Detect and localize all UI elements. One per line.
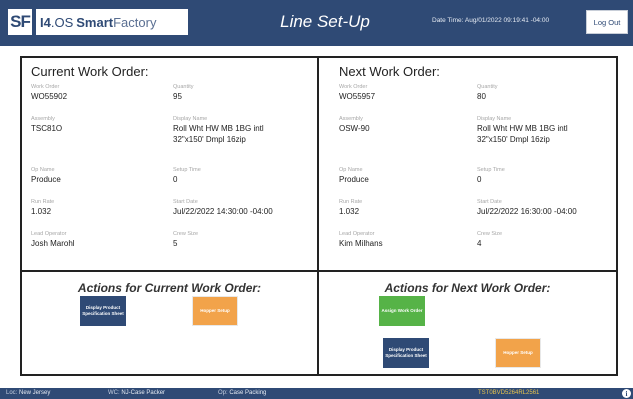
field-label: Run Rate: [339, 199, 363, 205]
field-value: 0: [477, 175, 482, 184]
field-value: 4: [477, 239, 482, 248]
status-footer: Loc: New Jersey WC: NJ-Case Packer Op: C…: [0, 388, 633, 399]
hopper-setup-button[interactable]: Hopper Setup: [495, 338, 541, 368]
header-bar: SF I4 .OS Smart Factory Line Set-Up Date…: [0, 0, 633, 46]
field-work-order: Work Order WO55957: [339, 83, 375, 102]
field-value: OSW-90: [339, 124, 370, 133]
current-work-order-title: Current Work Order:: [31, 64, 149, 79]
field-start-date: Start Date Jul/22/2022 16:30:00 -04:00: [477, 198, 577, 217]
app-logo: SF I4 .OS Smart Factory: [8, 9, 188, 35]
footer-wc-label: WC:: [108, 390, 120, 396]
field-label: Assembly: [31, 116, 55, 122]
field-value: 0: [173, 175, 178, 184]
display-spec-sheet-button[interactable]: Display Product Specification Sheet: [383, 338, 429, 368]
field-label: Assembly: [339, 116, 363, 122]
footer-wc-value: NJ-Case Packer: [121, 390, 166, 396]
field-label: Display Name: [477, 116, 512, 122]
field-start-date: Start Date Jul/22/2022 14:30:00 -04:00: [173, 198, 273, 217]
field-value: 1.032: [31, 207, 52, 216]
logout-button[interactable]: Log Out: [586, 10, 628, 34]
next-work-order-title: Next Work Order:: [339, 64, 440, 79]
current-actions-panel: Actions for Current Work Order: Display …: [20, 270, 319, 376]
field-value: 5: [173, 239, 178, 248]
logo-smart: Smart: [76, 14, 114, 30]
next-work-order-panel: Next Work Order: Work Order WO55957 Quan…: [317, 56, 618, 272]
field-work-order: Work Order WO55902: [31, 83, 67, 102]
field-value: WO55957: [339, 92, 376, 101]
field-label: Work Order: [339, 84, 368, 90]
field-crew-size: Crew Size 5: [173, 230, 198, 249]
logo-sf-badge: SF: [8, 9, 32, 35]
field-label: Lead Operator: [31, 231, 67, 237]
footer-serial: TST0BVD5264RL2561: [478, 390, 540, 396]
field-label: Op Name: [339, 167, 363, 173]
field-label: Crew Size: [173, 231, 199, 237]
field-value: Produce: [339, 175, 369, 184]
display-spec-sheet-button[interactable]: Display Product Specification Sheet: [80, 296, 126, 326]
field-value-line2: 32"x150' Dmpl 16zip: [173, 135, 246, 144]
field-value-line1: Roll Wht HW MB 1BG intl: [173, 124, 264, 133]
assign-work-order-button[interactable]: Assign Work Order: [379, 296, 425, 326]
footer-loc-value: New Jersey: [19, 390, 51, 396]
field-value-line2: 32"x150' Dmpl 16zip: [477, 135, 550, 144]
datetime-display: Date Time: Aug/01/2022 09:19:41 -04:00: [432, 17, 550, 24]
field-label: Crew Size: [477, 231, 503, 237]
logo-factory: Factory: [113, 14, 157, 30]
footer-location: Loc: New Jersey: [6, 390, 50, 396]
field-label: Setup Time: [477, 167, 505, 173]
logo-wordmark: I4 .OS Smart Factory: [36, 9, 188, 35]
field-setup-time: Setup Time 0: [477, 166, 505, 185]
current-actions-title: Actions for Current Work Order:: [77, 281, 262, 295]
current-work-order-panel: Current Work Order: Work Order WO55902 Q…: [20, 56, 319, 272]
field-assembly: Assembly OSW-90: [339, 115, 370, 134]
field-label: Run Rate: [31, 199, 55, 205]
field-lead-operator: Lead Operator Josh Marohl: [31, 230, 75, 249]
footer-loc-label: Loc:: [6, 390, 18, 396]
field-value: Jul/22/2022 16:30:00 -04:00: [477, 207, 577, 216]
field-run-rate: Run Rate 1.032: [31, 198, 54, 217]
field-quantity: Quantity 80: [477, 83, 497, 102]
field-display-name: Display Name Roll Wht HW MB 1BG intl 32"…: [173, 115, 264, 145]
logo-os: .OS: [50, 14, 74, 30]
field-label: Op Name: [31, 167, 55, 173]
footer-operation: Op: Case Packing: [218, 390, 266, 396]
field-crew-size: Crew Size 4: [477, 230, 502, 249]
field-label: Quantity: [477, 84, 498, 90]
field-value-line1: Roll Wht HW MB 1BG intl: [477, 124, 568, 133]
logo-i4: I4: [40, 14, 51, 30]
field-value: Produce: [31, 175, 61, 184]
field-value: Kim Milhans: [339, 239, 383, 248]
page-title: Line Set-Up: [280, 12, 370, 31]
field-op-name: Op Name Produce: [339, 166, 369, 185]
field-label: Lead Operator: [339, 231, 375, 237]
footer-op-value: Case Packing: [229, 390, 267, 396]
field-value: WO55902: [31, 92, 68, 101]
footer-op-label: Op:: [218, 390, 228, 396]
field-value: TSC81O: [31, 124, 63, 133]
next-actions-title: Actions for Next Work Order:: [384, 281, 551, 295]
field-label: Display Name: [173, 116, 208, 122]
field-label: Work Order: [31, 84, 60, 90]
field-op-name: Op Name Produce: [31, 166, 61, 185]
next-actions-panel: Actions for Next Work Order: Assign Work…: [317, 270, 618, 376]
field-label: Quantity: [173, 84, 194, 90]
field-value: Josh Marohl: [31, 239, 75, 248]
field-display-name: Display Name Roll Wht HW MB 1BG intl 32"…: [477, 115, 568, 145]
field-label: Start Date: [477, 199, 502, 205]
field-lead-operator: Lead Operator Kim Milhans: [339, 230, 383, 249]
field-label: Start Date: [173, 199, 198, 205]
hopper-setup-button[interactable]: Hopper Setup: [192, 296, 238, 326]
field-value: 1.032: [339, 207, 360, 216]
field-setup-time: Setup Time 0: [173, 166, 201, 185]
field-value: Jul/22/2022 14:30:00 -04:00: [173, 207, 273, 216]
info-icon[interactable]: i: [622, 389, 631, 398]
field-run-rate: Run Rate 1.032: [339, 198, 362, 217]
field-assembly: Assembly TSC81O: [31, 115, 62, 134]
field-value: 80: [477, 92, 486, 101]
field-quantity: Quantity 95: [173, 83, 193, 102]
field-label: Setup Time: [173, 167, 201, 173]
footer-work-center: WC: NJ-Case Packer: [108, 390, 165, 396]
field-value: 95: [173, 92, 182, 101]
